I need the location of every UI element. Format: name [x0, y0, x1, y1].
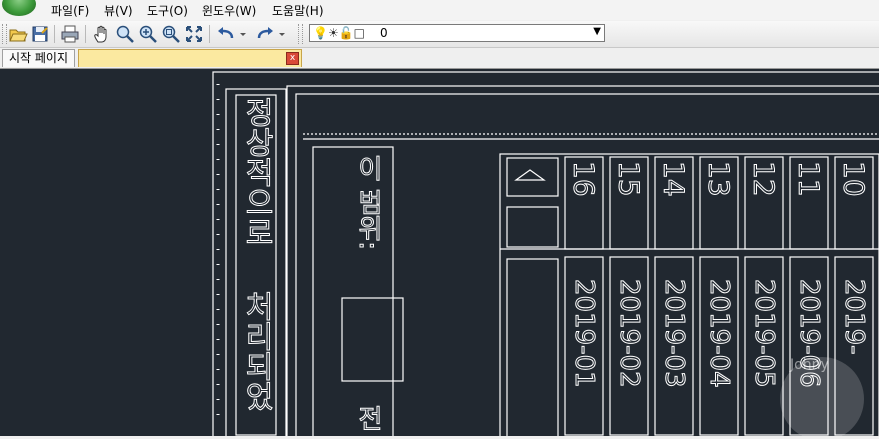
left-label-top: 정상적으로: [239, 97, 274, 247]
open-icon[interactable]: [8, 24, 28, 44]
print-icon[interactable]: [60, 24, 80, 44]
toolbar: 💡☀🔓□ 0 ▼: [0, 21, 879, 48]
toolbar-grip[interactable]: [298, 24, 303, 44]
menu-file[interactable]: 파일(F): [51, 2, 89, 19]
menu-window[interactable]: 윈도우(W): [202, 2, 256, 19]
layer-select[interactable]: 💡☀🔓□ 0 ▼: [309, 24, 605, 42]
tab-start-page[interactable]: 시작 페이지: [2, 49, 76, 67]
tab-bar: 시작 페이지 x: [0, 48, 879, 69]
info-box: [341, 297, 404, 382]
cad-drawing: 정상적으로 처리되었 이 범위: 전 16 15 14 13 12 11 10 …: [212, 71, 879, 439]
header-triangle: [514, 169, 546, 181]
column-date: 2019-03: [659, 279, 689, 388]
separator: [54, 25, 55, 43]
column-date: 2019-04: [704, 279, 734, 388]
column-number: 11: [793, 161, 826, 197]
undo-icon[interactable]: [216, 24, 236, 44]
menu-help[interactable]: 도움말(H): [272, 2, 324, 19]
toolbar-grip[interactable]: [2, 24, 7, 44]
column-number: 14: [658, 161, 691, 197]
column-date: 2019-: [839, 279, 869, 355]
header-cell-3: [506, 258, 559, 439]
watermark-logo: Johny: [780, 357, 864, 439]
layer-state-icons: 💡☀🔓□: [313, 26, 365, 40]
watermark-text: Johny: [789, 357, 829, 373]
column-number: 16: [568, 161, 601, 197]
column-date: 2019-05: [749, 279, 779, 388]
column-number: 15: [613, 161, 646, 197]
redo-dropdown-icon[interactable]: [277, 24, 287, 44]
save-icon[interactable]: [30, 24, 50, 44]
zoom-realtime-icon[interactable]: [115, 24, 135, 44]
column-number: 10: [838, 161, 871, 197]
layer-value: 0: [380, 26, 388, 40]
header-cell-2: [506, 206, 559, 248]
column-number: 12: [748, 161, 781, 197]
zoom-extents-icon[interactable]: [184, 24, 204, 44]
redo-icon[interactable]: [255, 24, 275, 44]
tab-drawing[interactable]: x: [78, 49, 302, 67]
close-icon[interactable]: x: [286, 52, 299, 65]
chevron-down-icon[interactable]: ▼: [593, 26, 601, 37]
app-logo[interactable]: [2, 0, 36, 16]
zoom-in-icon[interactable]: [138, 24, 158, 44]
zoom-window-icon[interactable]: [161, 24, 181, 44]
column-date: 2019-01: [569, 279, 599, 388]
column-number: 13: [703, 161, 736, 197]
separator: [85, 25, 86, 43]
header-cell: [506, 157, 559, 197]
info-label-bottom: 전: [353, 405, 383, 431]
drawing-canvas[interactable]: 정상적으로 처리되었 이 범위: 전 16 15 14 13 12 11 10 …: [0, 69, 879, 439]
menu-tools[interactable]: 도구(O): [147, 2, 188, 19]
left-label-bottom: 처리되었: [239, 291, 274, 411]
menu-view[interactable]: 뷰(V): [104, 2, 133, 19]
menu-bar: 파일(F) 뷰(V) 도구(O) 윈도우(W) 도움말(H): [0, 0, 879, 20]
pan-icon[interactable]: [92, 24, 112, 44]
undo-dropdown-icon[interactable]: [238, 24, 248, 44]
column-date: 2019-02: [614, 279, 644, 388]
separator: [209, 25, 210, 43]
info-label: 이 범위:: [353, 155, 383, 250]
